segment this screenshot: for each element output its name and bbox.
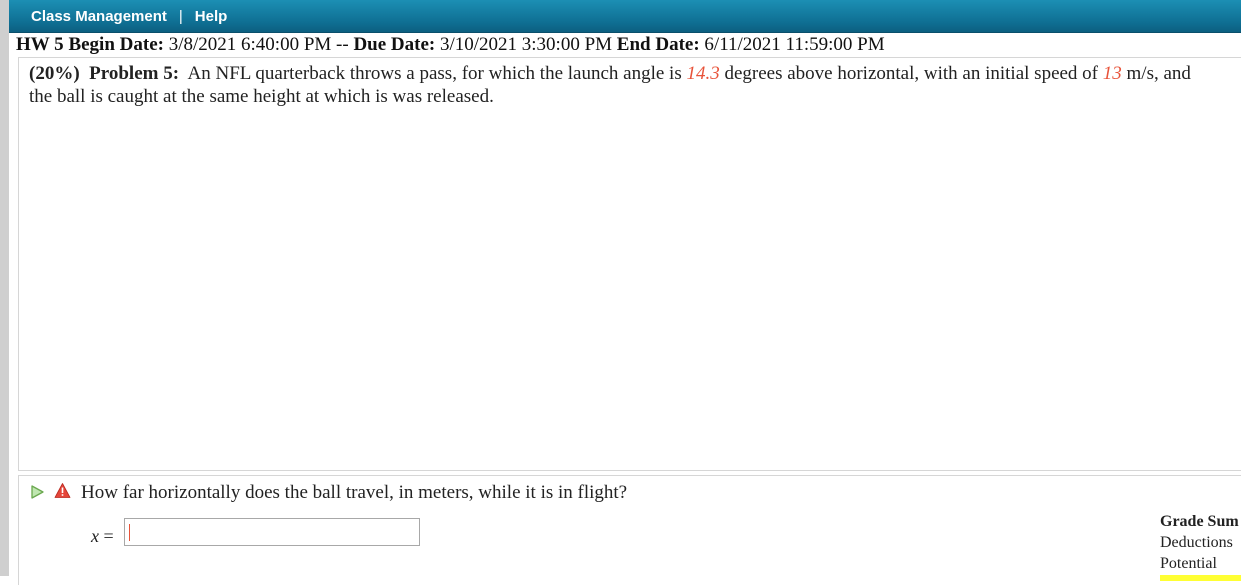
due-date-label: Due Date:: [353, 34, 436, 55]
question-panel: How far horizontally does the ball trave…: [18, 475, 1241, 585]
problem-text-1: An NFL quarterback throws a pass, for wh…: [187, 63, 682, 84]
begin-date-value: 3/8/2021 6:40:00 PM: [168, 34, 332, 55]
assignment-dates: HW 5 Begin Date: 3/8/2021 6:40:00 PM -- …: [16, 33, 885, 56]
launch-angle-value: 14.3: [686, 63, 720, 84]
end-date-value: 6/11/2021 11:59:00 PM: [704, 34, 885, 55]
class-management-link[interactable]: Class Management: [31, 8, 167, 25]
grade-summary-title: Grade Sum: [1160, 513, 1239, 530]
initial-speed-value: 13: [1102, 63, 1122, 84]
nav-separator: |: [178, 7, 183, 25]
due-date-value: 3/10/2021 3:30:00 PM: [439, 34, 613, 55]
date-dash: --: [336, 34, 349, 55]
question-text: How far horizontally does the ball trave…: [81, 482, 628, 503]
help-link[interactable]: Help: [195, 8, 228, 25]
play-arrow-icon[interactable]: [29, 484, 45, 500]
answer-variable-label: x =: [91, 526, 114, 547]
equals-sign: =: [103, 526, 114, 546]
text-caret: [129, 524, 130, 541]
problem-label: Problem 5:: [89, 63, 180, 84]
warning-icon: [54, 483, 71, 498]
problem-panel: (20%) Problem 5: An NFL quarterback thro…: [18, 57, 1241, 471]
problem-statement: (20%) Problem 5: An NFL quarterback thro…: [29, 62, 1209, 108]
answer-variable: x: [91, 526, 99, 546]
deductions-label: Deductions: [1160, 534, 1233, 551]
end-date-label: End Date:: [616, 34, 700, 55]
problem-text-2: degrees above horizontal, with an initia…: [724, 63, 1099, 84]
potential-label: Potential: [1160, 555, 1217, 572]
answer-input[interactable]: [124, 518, 420, 546]
problem-weight: (20%): [29, 63, 80, 84]
grade-summary: Grade Sum Deductions Potential: [1160, 511, 1241, 581]
hw-title: HW 5: [16, 34, 64, 55]
begin-date-label: Begin Date:: [68, 34, 164, 55]
top-nav-bar: Class Management | Help: [9, 0, 1241, 33]
